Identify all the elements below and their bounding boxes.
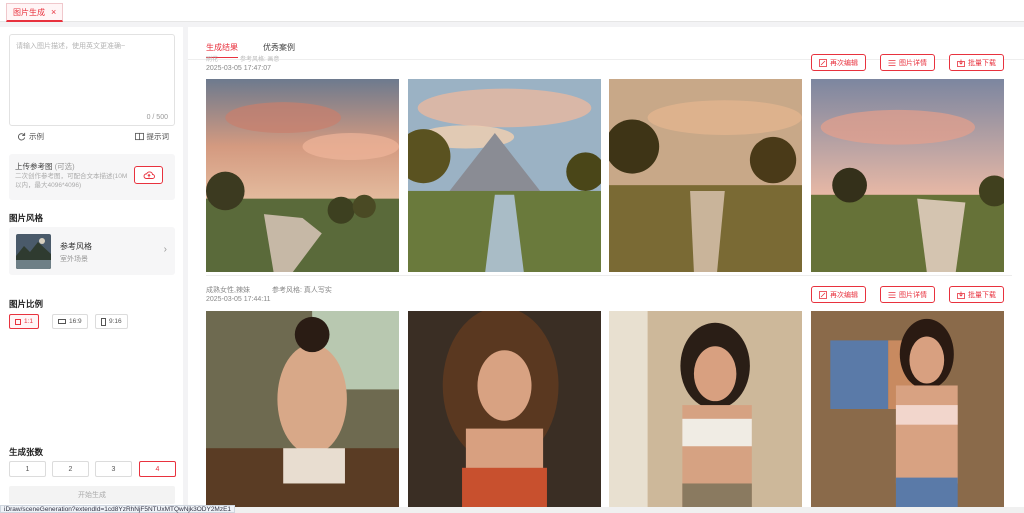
result-image[interactable] [206,311,399,507]
prompt-textarea[interactable]: 请输入图片描述，使用英文更准确~ 0 / 500 [9,34,175,126]
main-panel: 生成结果 优秀案例 刷花 参考风格: 画意 2025-03-05 17:47:07… [188,27,1024,507]
list-icon [888,291,896,298]
portrait-icon [101,317,106,326]
download-icon [957,291,965,299]
group2-meta: 成熟女性,辣妹 参考风格: 真人写实 [206,287,332,294]
download-label: 批量下载 [968,291,996,299]
tips-button[interactable]: 提示词 [134,131,170,142]
style-name: 参考风格 [60,242,92,251]
prompt-placeholder: 请输入图片描述，使用英文更准确~ [16,43,126,50]
list-icon [888,59,896,66]
tab-bar: 图片生成 × [0,0,1024,22]
left-panel: 请输入图片描述，使用英文更准确~ 0 / 500 示例 提示词 上传参考图 (可… [0,27,183,507]
reference-upload: 上传参考图 (可选) 二次创作参考图，可配合文本描述(10M以内，最大4096*… [9,154,175,200]
ratio-label: 1:1 [24,318,34,325]
ratio-label: 9:16 [109,318,122,325]
result-image[interactable] [206,79,399,272]
chevron-right-icon: › [163,244,167,255]
style-sub: 室外场景 [60,256,88,263]
tab-showcase[interactable]: 优秀案例 [263,42,295,53]
style-title: 图片风格 [9,213,44,223]
result-image[interactable] [408,311,601,507]
generate-button[interactable]: 开始生成 [9,486,175,504]
tab-label: 图片生成 [13,7,45,17]
result-image[interactable] [408,79,601,272]
status-url: iDraw/sceneGeneration?extendId=1cd8YzRhN… [0,505,236,513]
count-option-3[interactable]: 3 [95,461,132,477]
detail-label: 图片详情 [899,59,927,67]
prompt-counter: 0 / 500 [146,114,168,121]
example-label: 示例 [29,132,44,141]
group1-download-button[interactable]: 批量下载 [949,54,1004,71]
edit-label: 再次编辑 [830,59,858,67]
edit-icon [819,58,827,67]
result-image[interactable] [811,311,1004,507]
download-icon [957,59,965,67]
group2-detail-button[interactable]: 图片详情 [880,286,935,303]
count-option-1[interactable]: 1 [9,461,46,477]
group2-download-button[interactable]: 批量下载 [949,286,1004,303]
example-button[interactable]: 示例 [17,131,44,142]
group1-time: 2025-03-05 17:47:07 [206,65,271,72]
group-separator [206,275,1012,276]
count-option-4[interactable]: 4 [139,461,176,477]
edit-icon [819,290,827,299]
ratio-title: 图片比例 [9,299,44,309]
group1-edit-button[interactable]: 再次编辑 [811,54,866,71]
ratio-9-16[interactable]: 9:16 [95,314,128,329]
count-option-2[interactable]: 2 [52,461,89,477]
download-label: 批量下载 [968,59,996,67]
book-icon [134,132,144,141]
refresh-icon [18,132,26,141]
group1-detail-button[interactable]: 图片详情 [880,54,935,71]
ratio-label: 16:9 [69,318,82,325]
ratio-16-9[interactable]: 16:9 [52,314,88,329]
group1-meta: 刷花 参考风格: 画意 [206,57,280,63]
upload-button[interactable] [134,166,163,184]
style-thumbnail [16,234,51,269]
result-image[interactable] [609,311,802,507]
style-selector[interactable]: 参考风格 室外场景 › [9,227,175,275]
detail-label: 图片详情 [899,291,927,299]
edit-label: 再次编辑 [830,291,858,299]
result-image[interactable] [609,79,802,272]
result-image[interactable] [811,79,1004,272]
upload-title: 上传参考图 (可选) [15,162,75,171]
landscape-icon [58,319,66,324]
group2-edit-button[interactable]: 再次编辑 [811,286,866,303]
ratio-1-1[interactable]: 1:1 [9,314,40,329]
tips-label: 提示词 [146,132,170,141]
count-title: 生成张数 [9,447,44,457]
square-icon [15,318,21,325]
upload-description: 二次创作参考图，可配合文本描述(10M以内，最大4096*4096) [15,173,128,189]
tab-image-generation[interactable]: 图片生成 × [6,3,64,22]
prompt-actions: 示例 提示词 [9,129,175,143]
tab-results[interactable]: 生成结果 [206,42,238,58]
close-icon[interactable]: × [51,7,56,17]
cloud-upload-icon [143,171,155,179]
group2-time: 2025-03-05 17:44:11 [206,296,271,303]
